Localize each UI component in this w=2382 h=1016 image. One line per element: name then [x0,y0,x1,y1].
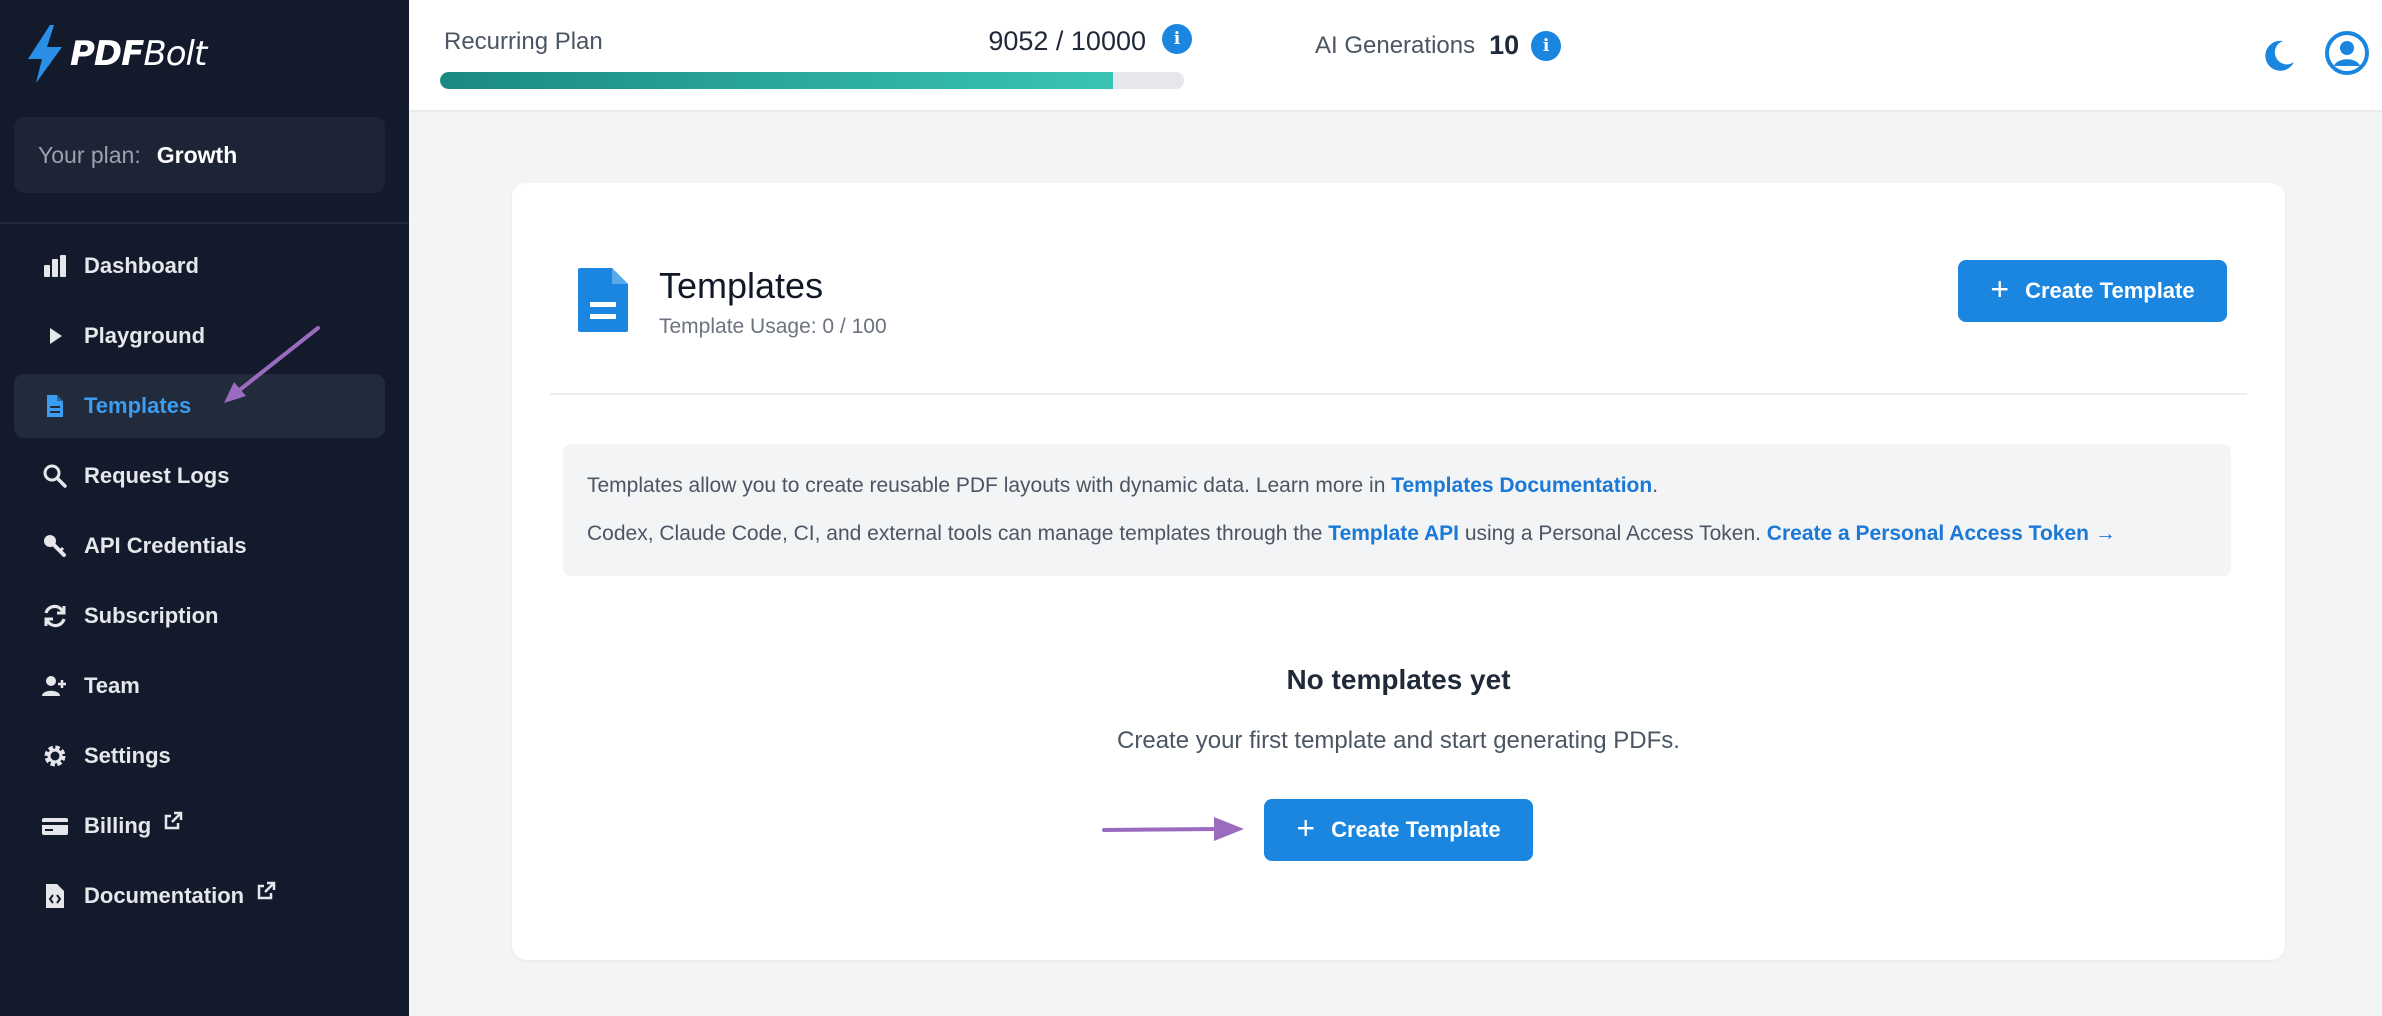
play-icon [40,321,70,351]
page-title: Templates [659,265,824,306]
info-icon[interactable]: i [1531,30,1562,61]
create-access-token-link[interactable]: Create a Personal Access Token → [1767,522,2116,545]
search-icon [40,461,70,491]
sidebar: PDFBolt Your plan: Growth Dashboard Play… [0,0,409,1016]
sidebar-item-label: API Credentials [84,533,247,558]
sidebar-item-subscription[interactable]: Subscription [14,584,385,648]
key-icon [40,531,70,561]
create-template-button[interactable]: + Create Template [1958,260,2227,322]
info-notice: Templates allow you to create reusable P… [563,444,2231,576]
sidebar-item-billing[interactable]: Billing [14,794,385,858]
templates-card: Templates Template Usage: 0 / 100 + Crea… [512,183,2285,960]
ai-generations-label: AI Generations [1315,31,1476,59]
plus-icon: + [1296,810,1316,846]
refresh-icon [40,601,70,631]
document-icon [578,268,628,332]
arrow-right-icon: → [2094,522,2116,545]
external-link-icon [256,881,276,901]
code-file-icon [40,881,70,911]
empty-state-title: No templates yet [1286,664,1511,695]
sidebar-item-documentation[interactable]: Documentation [14,864,385,928]
sidebar-item-dashboard[interactable]: Dashboard [14,234,385,298]
notice-line-2: Codex, Claude Code, CI, and external too… [587,522,2116,545]
template-usage: Template Usage: 0 / 100 [659,315,887,338]
sidebar-item-label: Dashboard [84,253,199,278]
logo[interactable]: PDFBolt [24,22,207,86]
annotation-arrow-icon [1102,817,1244,841]
notice-line-1: Templates allow you to create reusable P… [587,474,1659,497]
usage-progress-fill [440,72,1114,89]
usage-label: Recurring Plan [444,28,603,55]
sidebar-item-label: Billing [84,813,152,838]
plus-icon: + [1990,271,2010,307]
plan-value: Growth [156,141,238,168]
sidebar-item-label: Playground [84,323,206,348]
logo-text: PDFBolt [70,34,207,74]
bar-chart-icon [40,251,70,281]
usage-progress-bar [440,72,1184,89]
sidebar-item-settings[interactable]: Settings [14,724,385,788]
empty-state-subtitle: Create your first template and start gen… [1117,727,1680,754]
sidebar-item-team[interactable]: Team [14,654,385,718]
gear-icon [40,741,70,771]
lightning-bolt-icon [28,25,62,83]
ai-generations: AI Generations 10 i [1315,30,1562,61]
sidebar-item-label: Request Logs [84,463,230,488]
sidebar-item-request-logs[interactable]: Request Logs [14,444,385,508]
credit-card-icon [40,811,70,841]
card-divider [550,393,2247,395]
sidebar-item-label: Documentation [84,883,245,908]
button-label: Create Template [2025,278,2195,303]
sidebar-item-label: Subscription [84,603,219,628]
templates-documentation-link[interactable]: Templates Documentation [1391,474,1652,497]
create-template-button[interactable]: + Create Template [1264,799,1533,861]
annotation-arrow-icon [224,326,320,403]
plan-label: Your plan: [38,141,141,168]
top-bar: Recurring Plan 9052 / 10000 i AI Generat… [409,0,2382,112]
user-avatar-icon[interactable] [2324,30,2370,76]
team-icon [40,671,70,701]
sidebar-item-api-credentials[interactable]: API Credentials [14,514,385,578]
external-link-icon [163,811,183,831]
template-api-link[interactable]: Template API [1328,522,1459,545]
sidebar-item-label: Templates [84,393,192,418]
sidebar-item-label: Settings [84,743,171,768]
info-icon[interactable]: i [1162,24,1192,54]
button-label: Create Template [1331,817,1501,842]
moon-icon[interactable] [2261,38,2297,74]
plan-indicator: Your plan: Growth [14,117,385,193]
document-icon [40,391,70,421]
sidebar-divider [0,222,409,224]
ai-generations-count: 10 [1489,30,1520,60]
usage-count: 9052 / 10000 [988,26,1146,56]
sidebar-item-label: Team [84,673,140,698]
